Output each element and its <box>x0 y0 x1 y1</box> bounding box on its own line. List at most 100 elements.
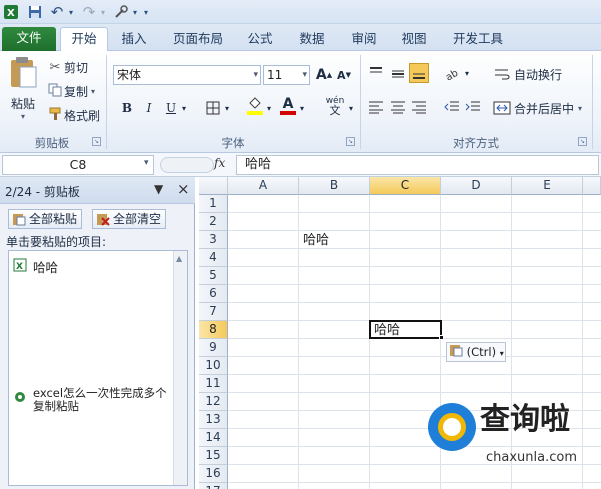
cell-b3[interactable]: 哈哈 <box>300 232 370 249</box>
row-header[interactable]: 13 <box>199 411 228 429</box>
row-header[interactable]: 1 <box>199 195 228 213</box>
align-bottom-button[interactable] <box>409 63 429 83</box>
name-box-dropdown-icon[interactable]: ▾ <box>144 158 149 168</box>
fill-color-button[interactable] <box>245 96 265 116</box>
redo-icon[interactable]: ↷ <box>80 3 98 21</box>
row-header[interactable]: 6 <box>199 285 228 303</box>
font-color-button[interactable]: A <box>278 96 298 116</box>
increase-indent-button[interactable] <box>463 97 483 117</box>
italic-button[interactable]: I <box>139 98 159 118</box>
tools-icon[interactable] <box>112 3 130 21</box>
cut-button[interactable]: ✂ 剪切 <box>46 57 88 77</box>
font-launcher-icon[interactable]: ↘ <box>346 137 355 146</box>
scroll-up-icon[interactable]: ▲ <box>176 254 182 263</box>
insert-function-icon[interactable]: fx <box>214 156 225 170</box>
paste-all-button[interactable]: 全部粘贴 <box>8 209 83 229</box>
borders-button[interactable] <box>203 98 223 118</box>
tab-file[interactable]: 文件 <box>2 27 56 51</box>
clipboard-launcher-icon[interactable]: ↘ <box>92 137 101 146</box>
tab-formulas[interactable]: 公式 <box>240 28 280 51</box>
save-icon[interactable] <box>26 3 44 21</box>
row-header[interactable]: 15 <box>199 447 228 465</box>
column-header[interactable]: E <box>512 177 583 195</box>
copy-button[interactable]: 复制 ▾ <box>46 81 95 101</box>
fill-color-dropdown-icon[interactable]: ▾ <box>264 98 274 118</box>
tab-page-layout[interactable]: 页面布局 <box>166 28 230 51</box>
formula-input[interactable]: 哈哈 <box>236 155 599 175</box>
align-middle-button[interactable] <box>388 63 408 83</box>
formula-bar-splitter[interactable] <box>160 157 214 173</box>
merge-dropdown-icon[interactable]: ▾ <box>578 104 582 113</box>
row-header[interactable]: 3 <box>199 231 228 249</box>
row-header[interactable]: 16 <box>199 465 228 483</box>
worksheet-grid[interactable]: A B C D E 1 2 3 4 5 6 7 8 9 10 11 12 13 … <box>199 177 601 489</box>
column-header[interactable]: C <box>370 177 441 195</box>
font-color-dropdown-icon[interactable]: ▾ <box>297 98 307 118</box>
gridline <box>228 374 601 375</box>
column-header[interactable] <box>583 177 601 195</box>
row-header[interactable]: 5 <box>199 267 228 285</box>
row-header[interactable]: 7 <box>199 303 228 321</box>
copy-dropdown-icon[interactable]: ▾ <box>91 87 95 96</box>
tab-home[interactable]: 开始 <box>60 27 108 52</box>
row-header[interactable]: 8 <box>199 321 228 339</box>
row-header[interactable]: 2 <box>199 213 228 231</box>
align-right-button[interactable] <box>409 97 429 117</box>
align-center-button[interactable] <box>388 97 408 117</box>
clipboard-item[interactable]: excel怎么一次性完成多个复制粘贴 <box>13 387 169 417</box>
font-size-combo[interactable]: 11 ▾ <box>263 65 310 85</box>
excel-logo-icon[interactable]: X <box>2 3 20 21</box>
merge-center-button[interactable]: 合并后居中 ▾ <box>493 97 582 119</box>
alignment-launcher-icon[interactable]: ↘ <box>578 137 587 146</box>
orientation-dropdown-icon[interactable]: ▾ <box>462 63 472 83</box>
redo-dropdown-icon[interactable]: ▾ <box>98 3 108 21</box>
clear-all-button[interactable]: 全部清空 <box>92 209 167 229</box>
column-header[interactable]: D <box>441 177 512 195</box>
underline-button[interactable]: U <box>161 98 181 118</box>
align-top-button[interactable] <box>366 63 386 83</box>
pane-options-icon[interactable]: ▼ <box>154 182 163 196</box>
tab-view[interactable]: 视图 <box>394 28 434 51</box>
phonetic-dropdown-icon[interactable]: ▾ <box>346 98 356 118</box>
format-painter-button[interactable]: 格式刷 <box>46 105 100 125</box>
shrink-font-button[interactable]: A ▼ <box>334 65 354 85</box>
row-header[interactable]: 12 <box>199 393 228 411</box>
grow-font-button[interactable]: A ▲ <box>314 65 334 85</box>
column-header[interactable]: A <box>228 177 299 195</box>
clipboard-scrollbar[interactable]: ▲ <box>173 251 187 485</box>
paste-options-button[interactable]: (Ctrl) ▾ <box>446 342 506 362</box>
decrease-indent-button[interactable] <box>442 97 462 117</box>
chevron-down-icon: ▾ <box>253 70 258 80</box>
tools-dropdown-icon[interactable]: ▾ <box>130 3 140 21</box>
phonetic-button[interactable]: wén 文 <box>322 96 348 116</box>
tab-review[interactable]: 审阅 <box>344 28 384 51</box>
wrap-text-button[interactable]: 自动换行 <box>493 63 562 85</box>
row-header[interactable]: 14 <box>199 429 228 447</box>
cell-c8-active[interactable]: 哈哈 <box>369 320 442 339</box>
undo-dropdown-icon[interactable]: ▾ <box>66 3 76 21</box>
row-header[interactable]: 11 <box>199 375 228 393</box>
customize-qat-icon[interactable]: ▾ <box>141 3 151 21</box>
undo-icon[interactable]: ↶ <box>48 3 66 21</box>
clipboard-pane-header: 2/24 - 剪贴板 ▼ × <box>0 177 195 204</box>
row-header[interactable]: 9 <box>199 339 228 357</box>
paste-button[interactable]: 粘贴 ▾ <box>6 55 40 127</box>
close-icon[interactable]: × <box>177 180 190 198</box>
bold-button[interactable]: B <box>117 98 137 118</box>
clipboard-item[interactable]: X 哈哈 <box>13 256 169 276</box>
tab-developer[interactable]: 开发工具 <box>446 28 510 51</box>
row-header[interactable]: 17 <box>199 483 228 489</box>
borders-dropdown-icon[interactable]: ▾ <box>222 98 232 118</box>
font-name-combo[interactable]: 宋体 ▾ <box>113 65 261 85</box>
underline-dropdown-icon[interactable]: ▾ <box>179 98 189 118</box>
row-header[interactable]: 10 <box>199 357 228 375</box>
tab-data[interactable]: 数据 <box>292 28 332 51</box>
align-left-button[interactable] <box>366 97 386 117</box>
row-header[interactable]: 4 <box>199 249 228 267</box>
column-header[interactable]: B <box>299 177 370 195</box>
select-all-corner[interactable] <box>199 177 228 195</box>
fill-handle[interactable] <box>439 335 444 340</box>
clipboard-group-title: 剪贴板 <box>34 136 70 150</box>
tab-insert[interactable]: 插入 <box>112 28 156 51</box>
name-box[interactable]: C8 <box>2 155 154 175</box>
